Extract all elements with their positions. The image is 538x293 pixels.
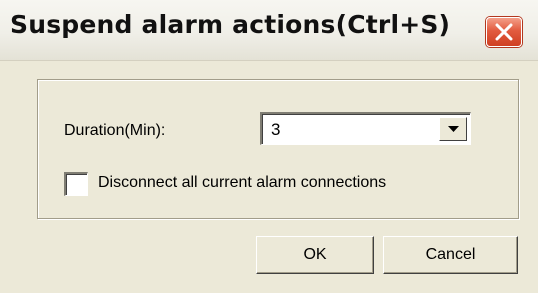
disconnect-checkbox[interactable]: [64, 172, 88, 196]
close-button[interactable]: [486, 17, 522, 47]
dialog-window: Suspend alarm actions(Ctrl+S) Duration(M…: [0, 0, 538, 293]
window-title: Suspend alarm actions(Ctrl+S): [10, 10, 451, 39]
disconnect-checkbox-label[interactable]: Disconnect all current alarm connections: [98, 174, 386, 192]
duration-dropdown[interactable]: 3: [260, 112, 471, 145]
close-icon: [495, 23, 513, 41]
chevron-down-icon: [448, 126, 459, 132]
title-bar: Suspend alarm actions(Ctrl+S): [0, 0, 538, 61]
ok-button[interactable]: OK: [256, 236, 374, 274]
dialog-body: Duration(Min): 3 Disconnect all current …: [0, 61, 538, 293]
duration-label: Duration(Min):: [64, 122, 166, 139]
cancel-button[interactable]: Cancel: [383, 236, 518, 274]
duration-value: 3: [271, 120, 281, 139]
dropdown-button[interactable]: [439, 117, 467, 141]
options-groupbox: Duration(Min): 3 Disconnect all current …: [37, 79, 519, 219]
